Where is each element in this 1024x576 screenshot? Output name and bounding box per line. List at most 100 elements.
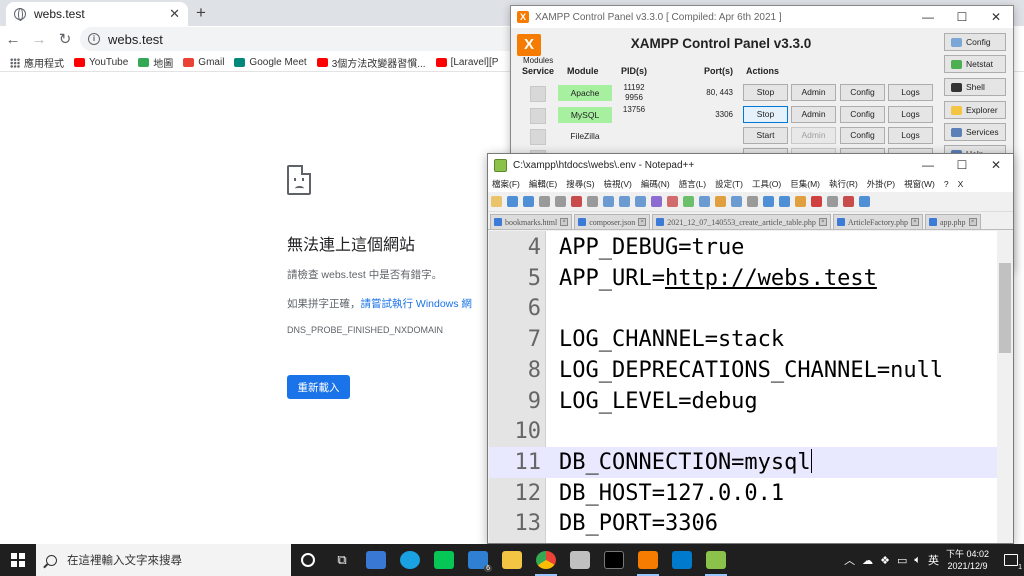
volume-icon[interactable]: 🔈︎ xyxy=(914,554,921,567)
reload-page-button[interactable]: 重新載入 xyxy=(287,375,350,399)
menu-item[interactable]: 編碼(N) xyxy=(641,178,670,190)
taskbar-terminal[interactable] xyxy=(597,544,631,576)
redo-icon[interactable] xyxy=(667,196,678,207)
file-tab[interactable]: 2021_12_07_140553_create_article_table.p… xyxy=(652,214,831,229)
play-macro-icon[interactable] xyxy=(843,196,854,207)
menu-item[interactable]: 檢視(V) xyxy=(604,178,632,190)
bookmark-item[interactable]: Google Meet xyxy=(234,57,307,68)
services-side-button[interactable]: Services xyxy=(944,123,1006,141)
tab-close-icon[interactable]: × xyxy=(818,218,827,226)
bookmark-item[interactable]: Gmail xyxy=(183,57,224,68)
service-checkbox[interactable] xyxy=(530,86,546,102)
open-file-icon[interactable] xyxy=(507,196,518,207)
taskbar-xampp[interactable] xyxy=(631,544,665,576)
taskbar-vscode[interactable] xyxy=(665,544,699,576)
save-all-icon[interactable] xyxy=(539,196,550,207)
close-icon[interactable] xyxy=(555,196,566,207)
explorer-side-button[interactable]: Explorer xyxy=(944,101,1006,119)
menu-item[interactable]: 外掛(P) xyxy=(867,178,895,190)
indent-guide-icon[interactable] xyxy=(795,196,806,207)
tab-close-icon[interactable]: × xyxy=(638,218,647,226)
menu-item[interactable]: X xyxy=(958,179,964,189)
close-button[interactable]: ✕ xyxy=(979,154,1013,176)
minimize-button[interactable]: — xyxy=(911,154,945,176)
close-button[interactable]: ✕ xyxy=(979,6,1013,28)
netstat-side-button[interactable]: Netstat xyxy=(944,55,1006,73)
start-button[interactable]: Start xyxy=(743,127,788,144)
logs-button[interactable]: Logs xyxy=(888,127,933,144)
cut-icon[interactable] xyxy=(603,196,614,207)
zoom-in-icon[interactable] xyxy=(715,196,726,207)
url-text[interactable]: webs.test xyxy=(108,32,163,47)
task-view-button[interactable]: ⧉ xyxy=(325,544,359,576)
menu-item[interactable]: 工具(O) xyxy=(752,178,781,190)
onedrive-icon[interactable]: ☁ xyxy=(862,554,873,567)
file-tab[interactable]: ArticleFactory.php × xyxy=(832,214,923,229)
forward-button[interactable]: → xyxy=(26,31,52,48)
stop-macro-icon[interactable] xyxy=(827,196,838,207)
taskbar-mail[interactable]: 6 xyxy=(461,544,495,576)
replace-icon[interactable] xyxy=(699,196,710,207)
taskbar-chrome[interactable] xyxy=(529,544,563,576)
paste-icon[interactable] xyxy=(635,196,646,207)
menu-item[interactable]: 編輯(E) xyxy=(529,178,557,190)
save-icon[interactable] xyxy=(523,196,534,207)
bookmark-item[interactable]: YouTube xyxy=(74,57,128,68)
tab-close-icon[interactable]: × xyxy=(910,218,919,226)
shell-side-button[interactable]: Shell xyxy=(944,78,1006,96)
maximize-button[interactable]: ☐ xyxy=(945,6,979,28)
record-macro-icon[interactable] xyxy=(811,196,822,207)
config-button[interactable]: Config xyxy=(840,127,885,144)
menu-item[interactable]: 設定(T) xyxy=(715,178,743,190)
print-icon[interactable] xyxy=(587,196,598,207)
file-tab[interactable]: bookmarks.html × xyxy=(490,214,573,229)
admin-button[interactable]: Admin xyxy=(791,106,836,123)
minimize-button[interactable]: — xyxy=(911,6,945,28)
show-hidden-icons-chevron-icon[interactable]: ︿ xyxy=(844,552,855,568)
info-icon[interactable]: i xyxy=(88,33,100,45)
bookmark-item[interactable]: 3個方法改變器習慣... xyxy=(316,55,426,70)
config-button[interactable]: Config xyxy=(840,106,885,123)
tab-close-icon[interactable]: ✕ xyxy=(169,6,180,22)
taskbar-file-explorer[interactable] xyxy=(495,544,529,576)
service-checkbox[interactable] xyxy=(530,108,546,124)
find-icon[interactable] xyxy=(683,196,694,207)
taskbar-notepadpp[interactable] xyxy=(699,544,733,576)
stop-button[interactable]: Stop xyxy=(743,84,788,101)
scrollbar-thumb[interactable] xyxy=(999,263,1011,353)
tab-close-icon[interactable]: × xyxy=(560,218,569,226)
url-link[interactable]: http://webs.test xyxy=(665,266,877,291)
sync-scroll-icon[interactable] xyxy=(747,196,758,207)
bookmark-item[interactable]: [Laravel][P xyxy=(435,57,498,68)
stop-button[interactable]: Stop xyxy=(743,106,788,123)
close-all-icon[interactable] xyxy=(571,196,582,207)
file-tab[interactable]: composer.json × xyxy=(574,214,651,229)
show-all-chars-icon[interactable] xyxy=(779,196,790,207)
action-center-icon[interactable]: 1 xyxy=(1004,554,1022,571)
config-button[interactable]: Config xyxy=(840,84,885,101)
start-button[interactable] xyxy=(0,544,36,576)
clock[interactable]: 下午 04:02 2021/12/9 xyxy=(946,548,989,572)
taskbar-line[interactable] xyxy=(427,544,461,576)
ime-indicator[interactable]: 英 xyxy=(928,552,939,568)
code-editor[interactable]: 4 APP_DEBUG=true 5 APP_URL=http://webs.test… xyxy=(489,231,1013,543)
new-file-icon[interactable] xyxy=(491,196,502,207)
taskbar-photos[interactable] xyxy=(563,544,597,576)
file-tab[interactable]: app.php × xyxy=(924,214,981,229)
zoom-out-icon[interactable] xyxy=(731,196,742,207)
network-icon[interactable]: ▭ xyxy=(897,554,907,567)
menu-item[interactable]: 視窗(W) xyxy=(904,178,935,190)
taskbar-calendar[interactable] xyxy=(359,544,393,576)
menu-item[interactable]: ? xyxy=(944,179,949,189)
logs-button[interactable]: Logs xyxy=(888,84,933,101)
reload-button[interactable]: ↻ xyxy=(52,30,78,48)
admin-button[interactable]: Admin xyxy=(791,84,836,101)
network-diagnostics-link[interactable]: 請嘗試執行 Windows 網 xyxy=(361,298,472,310)
admin-button[interactable]: Admin xyxy=(791,127,836,144)
maximize-button[interactable]: ☐ xyxy=(945,154,979,176)
undo-icon[interactable] xyxy=(651,196,662,207)
save-macro-icon[interactable] xyxy=(859,196,870,207)
menu-item[interactable]: 搜尋(S) xyxy=(566,178,594,190)
new-tab-button[interactable]: + xyxy=(196,3,206,23)
logs-button[interactable]: Logs xyxy=(888,106,933,123)
